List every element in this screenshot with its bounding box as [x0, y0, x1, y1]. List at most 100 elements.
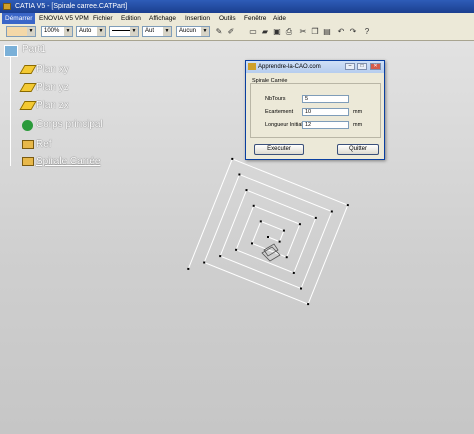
geometrical-set-icon	[22, 157, 34, 166]
what-is-this-icon[interactable]: ?	[362, 27, 372, 37]
thickness-value: Aut	[145, 28, 155, 34]
menu-edition[interactable]: Edition	[121, 13, 141, 24]
tree-root-part1[interactable]: Part1	[4, 44, 46, 57]
redo-icon[interactable]: ↷	[348, 27, 358, 37]
menu-fichier[interactable]: Fichier	[93, 13, 113, 24]
menu-insertion[interactable]: Insertion	[185, 13, 210, 24]
tree-item-label: Spirale Carrée	[36, 156, 101, 167]
thickness-combo[interactable]: Aut ▼	[142, 26, 172, 37]
chevron-down-icon: ▼	[201, 27, 209, 36]
ecartement-unit: mm	[353, 109, 363, 115]
window-titlebar: CATIA V5 - [Spirale carree.CATPart]	[0, 0, 474, 13]
format-painter-icon[interactable]: ✎	[214, 27, 224, 37]
tree-item-label: Plan zx	[36, 100, 69, 111]
spiral-vertex-point	[292, 271, 295, 274]
spiral-vertex-point	[267, 236, 269, 238]
tree-item-label: Ref	[36, 139, 52, 150]
layer-value: Aucun	[179, 28, 197, 34]
3d-viewport[interactable]	[0, 41, 474, 434]
spiral-vertex-point	[282, 229, 285, 232]
paste-icon[interactable]: ▤	[322, 27, 332, 37]
chevron-down-icon: ▼	[27, 27, 35, 36]
nbtours-label: NbTours	[265, 96, 286, 102]
tree-item-label: Plan yz	[36, 82, 69, 93]
geometrical-set-icon	[22, 140, 34, 149]
spiral-vertex-point	[252, 204, 255, 207]
tree-item-corps-principal[interactable]: Corps principal	[22, 119, 103, 131]
ecartement-label: Ecartement	[265, 109, 294, 115]
group-label: Spirale Carrée	[252, 78, 288, 84]
toolbar: ▼ 100% ▼ Auto ▼ ▼ Aut ▼ Aucun ▼ ✎ ✐ ▭ ▰ ▣ ⎙ …	[0, 24, 474, 41]
zoom-value: 100%	[44, 28, 60, 34]
execute-button[interactable]: Executer	[254, 144, 304, 155]
tree-item-plan-xy[interactable]: Plan xy	[19, 64, 69, 75]
spiral-vertex-point	[238, 173, 241, 176]
undo-icon[interactable]: ↶	[336, 27, 346, 37]
dialog-app-icon	[248, 63, 256, 70]
linetype-combo[interactable]: Auto ▼	[76, 26, 106, 37]
menu-aide[interactable]: Aide	[273, 13, 286, 24]
open-folder-icon[interactable]: ▰	[260, 27, 270, 37]
tree-item-label: Plan xy	[36, 64, 69, 75]
spiral-vertex-point	[314, 216, 317, 219]
longueur-initiale-unit: mm	[353, 122, 363, 128]
tree-item-plan-zx[interactable]: Plan zx	[19, 100, 69, 111]
spiral-vertex-point	[278, 240, 281, 243]
chevron-down-icon: ▼	[64, 27, 72, 36]
longueur-initiale-input[interactable]: 12	[302, 121, 349, 129]
menu-fenetre[interactable]: Fenêtre	[244, 13, 266, 24]
spiral-vertex-point	[251, 242, 253, 245]
spiral-vertex-point	[285, 256, 288, 259]
save-icon[interactable]: ▣	[272, 27, 282, 37]
chevron-down-icon: ▼	[97, 27, 105, 36]
menu-enovia[interactable]: ENOVIA V5 VPM	[39, 13, 89, 24]
spiral-polyline	[187, 158, 349, 305]
spiral-vertex-point	[203, 261, 206, 264]
menu-demarrer[interactable]: Démarrer	[2, 13, 36, 24]
close-button[interactable]: ✕	[370, 63, 381, 70]
tree-item-ref[interactable]: Ref	[22, 139, 52, 150]
new-file-icon[interactable]: ▭	[248, 27, 258, 37]
chevron-down-icon: ▼	[163, 27, 171, 36]
ecartement-input[interactable]: 10	[302, 108, 349, 116]
minimize-button[interactable]: –	[345, 63, 355, 70]
layer-combo[interactable]: Aucun ▼	[176, 26, 210, 37]
tree-item-label: Corps principal	[36, 119, 103, 130]
spiral-vertex-point	[259, 220, 262, 223]
quit-button[interactable]: Quitter	[337, 144, 379, 155]
body-gear-icon	[22, 120, 33, 131]
linestyle-combo[interactable]: ▼	[109, 26, 139, 37]
window-title: CATIA V5 - [Spirale carree.CATPart]	[15, 3, 128, 10]
tree-connector	[10, 56, 11, 166]
linetype-value: Auto	[79, 28, 92, 34]
spiral-vertex-point	[231, 157, 234, 160]
spiral-vertex-point	[307, 303, 310, 306]
copy-icon[interactable]: ❐	[310, 27, 320, 37]
zoom-combo[interactable]: 100% ▼	[41, 26, 73, 37]
menu-affichage[interactable]: Affichage	[149, 13, 176, 24]
print-icon[interactable]: ⎙	[284, 27, 294, 37]
catia-app-icon	[3, 3, 11, 10]
longueur-initiale-label: Longueur Initiale	[265, 122, 306, 128]
spiral-vertex-point	[330, 210, 333, 213]
tree-item-spirale-carree[interactable]: Spirale Carrée	[22, 156, 101, 167]
square-spiral-geometry	[187, 157, 349, 306]
menu-outils[interactable]: Outils	[219, 13, 236, 24]
maximize-button[interactable]: □	[357, 63, 367, 70]
dialog-title: Apprendre-la-CAO.com	[258, 64, 321, 70]
cut-icon[interactable]: ✂	[298, 27, 308, 37]
tree-root-label: Part1	[22, 44, 46, 55]
spiral-vertex-point	[346, 204, 349, 207]
spiral-dialog: Apprendre-la-CAO.com – □ ✕ Spirale Carré…	[245, 60, 385, 160]
dialog-titlebar[interactable]: Apprendre-la-CAO.com – □ ✕	[246, 61, 384, 73]
spiral-vertex-point	[187, 267, 190, 270]
spiral-vertex-point	[300, 287, 302, 290]
axis-compass-icon	[261, 243, 281, 262]
spiral-vertex-point	[235, 248, 238, 251]
part-icon	[4, 45, 18, 57]
spiral-vertex-point	[298, 223, 301, 226]
nbtours-input[interactable]: 5	[302, 95, 349, 103]
tree-item-plan-yz[interactable]: Plan yz	[19, 82, 69, 93]
color-picker[interactable]: ▼	[6, 26, 36, 37]
brush-icon[interactable]: ✐	[226, 27, 236, 37]
